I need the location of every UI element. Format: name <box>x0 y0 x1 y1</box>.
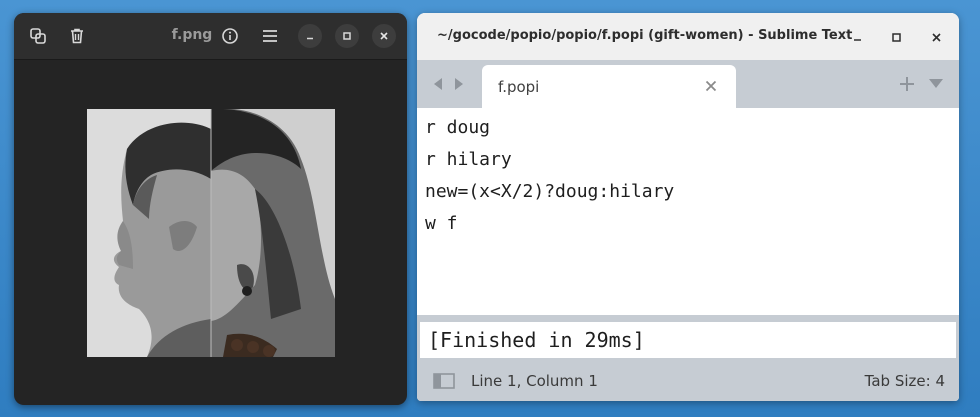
image-viewer-window: f.png <box>14 13 407 405</box>
output-panel-divider[interactable] <box>417 315 959 322</box>
tab-label: f.popi <box>498 78 540 96</box>
tab-size-indicator[interactable]: Tab Size: 4 <box>865 372 945 390</box>
code-line: r hilary <box>425 149 512 170</box>
image-viewer-header: f.png <box>14 13 407 60</box>
tab-close-icon[interactable] <box>704 79 718 93</box>
maximize-icon[interactable] <box>335 24 359 48</box>
info-icon[interactable] <box>218 24 242 48</box>
sublime-text-window: ~/gocode/popio/popio/f.popi (gift-women)… <box>417 13 959 401</box>
tab-bar: f.popi <box>417 60 959 108</box>
split-face-image <box>87 109 335 357</box>
tab-forward-arrow-icon[interactable] <box>452 76 466 92</box>
close-icon[interactable] <box>924 25 948 49</box>
minimize-icon[interactable] <box>845 25 869 49</box>
cursor-position: Line 1, Column 1 <box>471 372 598 390</box>
minimize-icon[interactable] <box>298 24 322 48</box>
trash-icon[interactable] <box>65 24 89 48</box>
tab-f-popi[interactable]: f.popi <box>482 65 736 108</box>
sublime-titlebar: ~/gocode/popio/popio/f.popi (gift-women)… <box>417 13 959 60</box>
status-bar: Line 1, Column 1 Tab Size: 4 <box>417 358 959 401</box>
code-line: new=(x<X/2)?doug:hilary <box>425 181 675 202</box>
build-output-text: [Finished in 29ms] <box>428 328 645 352</box>
code-editor[interactable]: r doug r hilary new=(x<X/2)?doug:hilary … <box>417 108 959 315</box>
tab-back-arrow-icon[interactable] <box>431 76 445 92</box>
close-icon[interactable] <box>372 24 396 48</box>
copy-icon[interactable] <box>26 24 50 48</box>
sublime-window-title: ~/gocode/popio/popio/f.popi (gift-women)… <box>437 28 853 43</box>
new-tab-plus-icon[interactable] <box>899 76 915 92</box>
code-line: w f <box>425 213 458 234</box>
hamburger-menu-icon[interactable] <box>258 24 282 48</box>
tab-dropdown-icon[interactable] <box>928 76 944 92</box>
maximize-icon[interactable] <box>884 25 908 49</box>
code-line: r doug <box>425 117 491 138</box>
side-panel-toggle-icon[interactable] <box>433 373 455 389</box>
build-output-panel[interactable]: [Finished in 29ms] <box>417 322 959 358</box>
